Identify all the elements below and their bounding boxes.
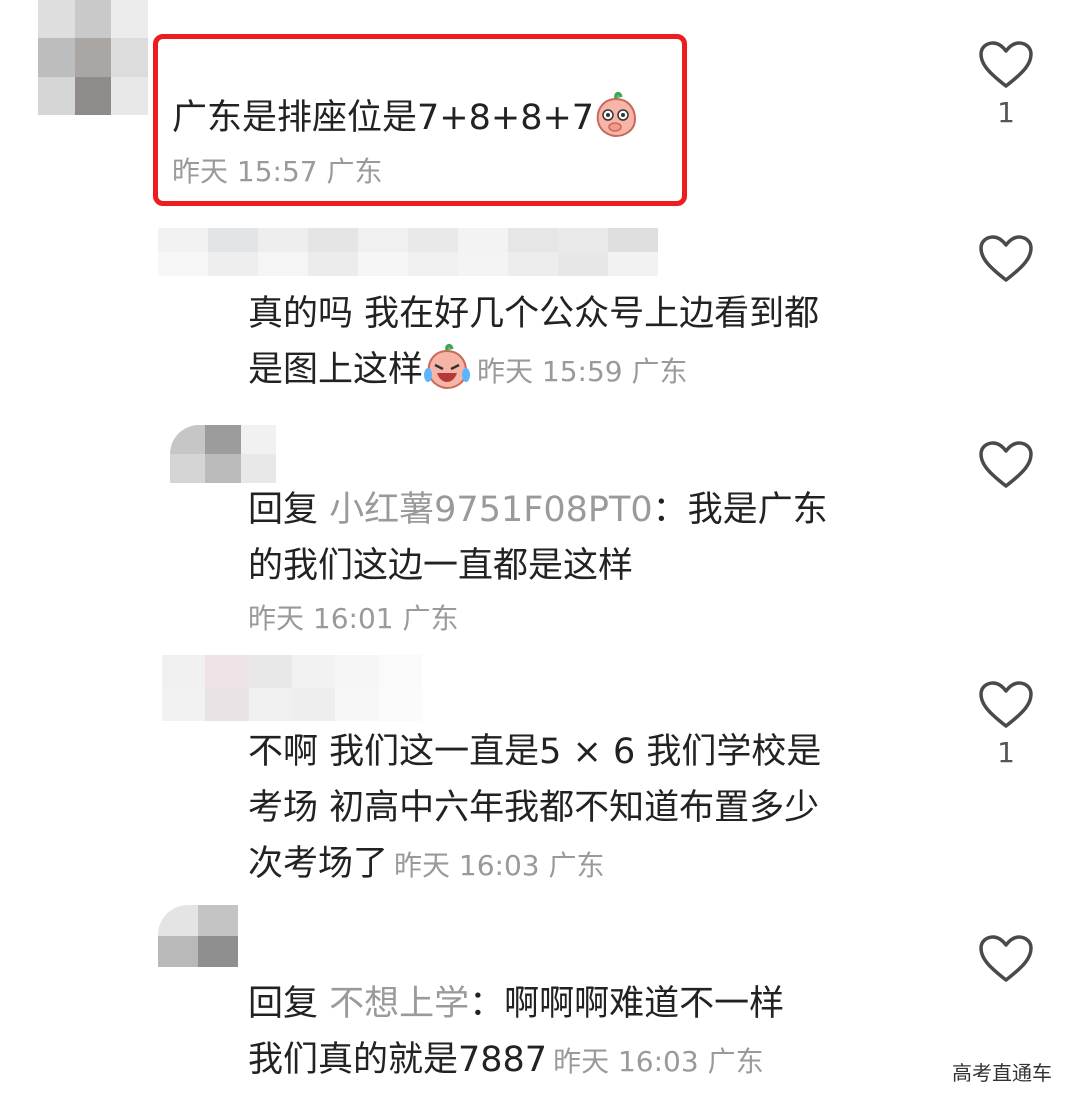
timestamp: 昨天 16:03 广东 bbox=[394, 849, 605, 882]
timestamp: 昨天 16:01 广东 bbox=[248, 602, 459, 635]
comment-text: 不啊 我们这一直是5 × 6 我们学校是 bbox=[248, 732, 822, 772]
like-count: 1 bbox=[997, 736, 1015, 769]
comment-text-line2: 的我们这边一直都是这样 bbox=[248, 546, 634, 586]
heart-icon bbox=[979, 441, 1033, 488]
comment-text-line2: 是图上这样 昨天 15:59 广东 bbox=[248, 342, 688, 406]
comment-text: 广东是排座位是7+8+8+7 bbox=[172, 90, 638, 154]
reply-target-username[interactable]: 小红薯9751F08PT0 bbox=[329, 490, 653, 530]
like-button[interactable] bbox=[976, 234, 1036, 284]
like-count: 1 bbox=[997, 96, 1015, 129]
username[interactable] bbox=[158, 228, 658, 276]
comment-text: 回复 不想上学：啊啊啊难道不一样 bbox=[248, 984, 785, 1024]
avatar[interactable] bbox=[162, 655, 422, 721]
heart-icon bbox=[979, 681, 1033, 728]
like-button[interactable]: 1 bbox=[976, 40, 1036, 129]
timestamp: 昨天 16:03 广东 bbox=[553, 1045, 764, 1078]
heart-icon bbox=[979, 235, 1033, 282]
comment-text-line2: 考场 初高中六年我都不知道布置多少 bbox=[248, 788, 820, 828]
timestamp: 昨天 15:59 广东 bbox=[477, 355, 688, 388]
avatar[interactable] bbox=[170, 425, 276, 483]
like-button[interactable]: 1 bbox=[976, 680, 1036, 769]
comment-text-line3: 次考场了 昨天 16:03 广东 bbox=[248, 844, 605, 884]
comment-text: 回复 小红薯9751F08PT0：我是广东 bbox=[248, 490, 828, 530]
heart-icon bbox=[979, 935, 1033, 982]
like-button[interactable] bbox=[976, 934, 1036, 984]
reply-target-username[interactable]: 不想上学 bbox=[329, 984, 469, 1024]
heart-icon bbox=[979, 41, 1033, 88]
watermark: 高考直通车 bbox=[952, 1061, 1052, 1085]
comment-text: 真的吗 我在好几个公众号上边看到都 bbox=[248, 294, 820, 334]
comment-text-line2: 我们真的就是7887 昨天 16:03 广东 bbox=[248, 1040, 764, 1080]
avatar[interactable] bbox=[38, 0, 148, 115]
peach-shy-emoji bbox=[594, 91, 638, 154]
avatar[interactable] bbox=[158, 905, 238, 967]
like-button[interactable] bbox=[976, 440, 1036, 490]
peach-cry-laugh-emoji bbox=[423, 343, 471, 406]
timestamp: 昨天 15:57 广东 bbox=[172, 155, 383, 188]
